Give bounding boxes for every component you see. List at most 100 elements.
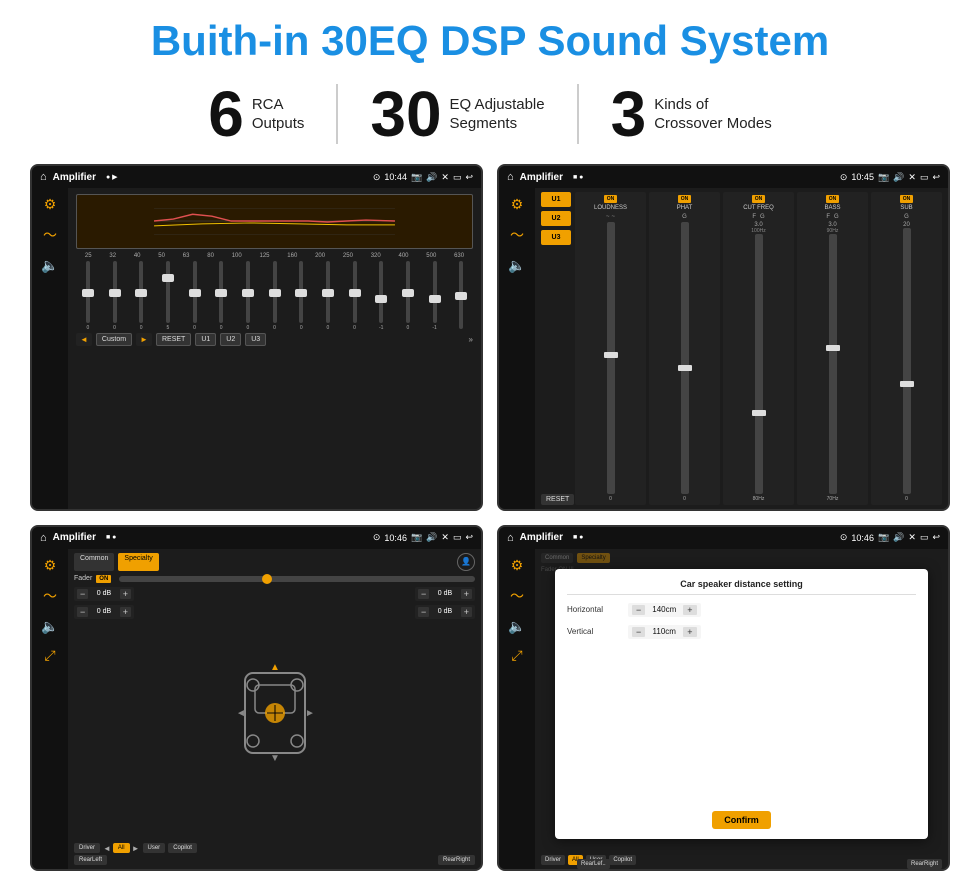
stats-row: 6 RCA Outputs 30 EQ Adjustable Segments … — [30, 82, 950, 146]
loudness-slider[interactable] — [607, 222, 615, 493]
bass-on-badge[interactable]: ON — [826, 195, 840, 203]
spk-db-val-2: 0 dB — [431, 590, 458, 597]
spk-minus-3[interactable]: − — [418, 607, 429, 617]
spk-tab-common[interactable]: Common — [74, 553, 114, 571]
dialog-horizontal-plus[interactable]: + — [683, 605, 696, 615]
amp-camera-icon: 📷 — [878, 172, 889, 183]
eq-reset-btn[interactable]: RESET — [156, 333, 191, 346]
spk-plus-2[interactable]: + — [461, 589, 472, 599]
amp-home-icon[interactable]: ⌂ — [507, 171, 514, 183]
eq-sidebar: ⚙ 〜 🔈 — [32, 188, 68, 508]
amp-reset-btn[interactable]: RESET — [541, 494, 574, 505]
sub-label: SUB — [900, 205, 912, 211]
spk-tab-specialty[interactable]: Specialty — [118, 553, 158, 571]
spk-plus-0[interactable]: + — [120, 589, 131, 599]
spk-fader-label: Fader — [74, 575, 92, 582]
amp-u3-btn[interactable]: U3 — [541, 230, 571, 245]
spk-plus-3[interactable]: + — [461, 607, 472, 617]
dialog-confirm-button[interactable]: Confirm — [712, 811, 771, 829]
svg-text:►: ► — [305, 708, 315, 719]
spk-volume-icon2[interactable]: 🔈 — [41, 618, 58, 635]
cutfreq-on-badge[interactable]: ON — [752, 195, 766, 203]
eq-sliders-row: 0 0 0 5 — [76, 261, 473, 331]
home-icon[interactable]: ⌂ — [40, 171, 47, 183]
amp-icon-x: ✕ — [908, 172, 916, 183]
spk-driver-btn[interactable]: Driver — [74, 843, 100, 853]
amp-volume-icon2[interactable]: 🔈 — [508, 257, 525, 274]
dlg-volume-icon: 🔊 — [893, 532, 904, 543]
spk-sliders-icon[interactable]: ⚙ — [44, 557, 57, 574]
amp-u2-btn[interactable]: U2 — [541, 211, 571, 226]
spk-all-btn[interactable]: All — [113, 843, 130, 853]
amp-u1-btn[interactable]: U1 — [541, 192, 571, 207]
eq-slider-4: 0 — [183, 261, 207, 331]
spk-copilot-btn[interactable]: Copilot — [168, 843, 197, 853]
spk-bottom-bar-2: RearLeft RearRight — [74, 855, 475, 865]
eq-u2-btn[interactable]: U2 — [220, 333, 241, 346]
spk-chevron-right-icon[interactable]: ► — [132, 844, 140, 853]
spk-rearleft-btn[interactable]: RearLeft — [74, 855, 107, 865]
eq-u3-btn[interactable]: U3 — [245, 333, 266, 346]
spk-expand-icon[interactable]: ⤢ — [44, 647, 55, 664]
back-icon[interactable]: ↩ — [465, 172, 473, 183]
dlg-expand-icon[interactable]: ⤢ — [511, 647, 522, 664]
spk-back-icon[interactable]: ↩ — [465, 532, 473, 543]
amp-sliders-icon[interactable]: ⚙ — [511, 196, 524, 213]
eq-icon-rect: ▭ — [453, 172, 462, 183]
dialog-vertical-plus[interactable]: + — [683, 627, 696, 637]
spk-car-diagram: ▲ ▼ ◄ ► — [142, 587, 407, 840]
spk-home-icon[interactable]: ⌂ — [40, 532, 47, 544]
dialog-horizontal-value: 140cm — [649, 605, 679, 614]
spk-fader-on[interactable]: ON — [96, 575, 111, 583]
sub-slider[interactable] — [903, 228, 911, 493]
dlg-rearright-btn[interactable]: RearRight — [907, 859, 942, 869]
phat-on-badge[interactable]: ON — [678, 195, 692, 203]
eq-u1-btn[interactable]: U1 — [195, 333, 216, 346]
spk-user-btn[interactable]: User — [143, 843, 166, 853]
dlg-driver-btn[interactable]: Driver — [541, 855, 565, 865]
sub-on-badge[interactable]: ON — [900, 195, 914, 203]
eq-wave-icon[interactable]: 〜 — [43, 225, 57, 245]
dlg-status-icons: ⊙ 10:46 📷 🔊 ✕ ▭ ↩ — [840, 532, 940, 543]
dlg-rearleft-btn[interactable]: RearLef.. — [577, 859, 610, 869]
spk-db-row-2: − 0 dB + — [415, 587, 475, 601]
spk-minus-1[interactable]: − — [77, 607, 88, 617]
eq-volume-icon[interactable]: 🔈 — [41, 257, 58, 274]
spk-minus-0[interactable]: − — [77, 589, 88, 599]
stat-rca-number: 6 — [208, 82, 244, 146]
dlg-icon-rect: ▭ — [920, 532, 929, 543]
dlg-back-icon[interactable]: ↩ — [932, 532, 940, 543]
dlg-home-icon[interactable]: ⌂ — [507, 532, 514, 544]
loudness-label: LOUDNESS — [594, 205, 627, 211]
amp-back-icon[interactable]: ↩ — [932, 172, 940, 183]
spk-rearright-btn[interactable]: RearRight — [438, 855, 475, 865]
spk-wave-icon[interactable]: 〜 — [43, 586, 57, 606]
spk-chevron-left-icon[interactable]: ◄ — [103, 844, 111, 853]
eq-more-icon[interactable]: » — [469, 335, 473, 344]
spk-icon-x: ✕ — [441, 532, 449, 543]
dialog-vertical-minus[interactable]: − — [632, 627, 645, 637]
amp-wave-icon[interactable]: 〜 — [510, 225, 524, 245]
eq-prev-btn[interactable]: ◄ — [76, 333, 92, 346]
dlg-wave-icon[interactable]: 〜 — [510, 586, 524, 606]
spk-minus-2[interactable]: − — [418, 589, 429, 599]
dlg-volume-icon2[interactable]: 🔈 — [508, 618, 525, 635]
phat-slider[interactable] — [681, 222, 689, 493]
cutfreq-slider[interactable] — [755, 234, 763, 493]
dlg-sliders-icon[interactable]: ⚙ — [511, 557, 524, 574]
spk-plus-1[interactable]: + — [120, 607, 131, 617]
eq-custom-btn[interactable]: Custom — [96, 333, 132, 346]
eq-slider-6: 0 — [236, 261, 260, 331]
loudness-on-badge[interactable]: ON — [604, 195, 618, 203]
dlg-screen-body: ⚙ 〜 🔈 ⤢ Common Specialty Fader ON ||| — [499, 549, 948, 869]
eq-graph — [76, 194, 473, 249]
eq-sliders-icon[interactable]: ⚙ — [44, 196, 57, 213]
eq-slider-9: 0 — [316, 261, 340, 331]
dialog-horizontal-minus[interactable]: − — [632, 605, 645, 615]
fader-knob[interactable] — [262, 574, 272, 584]
eq-next-btn[interactable]: ► — [136, 333, 152, 346]
spk-profile-icon[interactable]: 👤 — [457, 553, 475, 571]
dlg-bg-tab-specialty: Specialty — [577, 553, 609, 563]
spk-db-row-0: − 0 dB + — [74, 587, 134, 601]
bass-slider[interactable] — [829, 234, 837, 493]
